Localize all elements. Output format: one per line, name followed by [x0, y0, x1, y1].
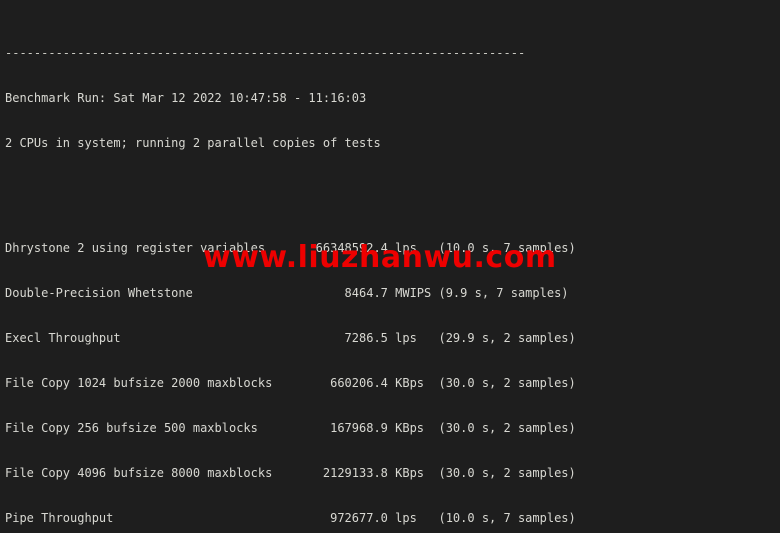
terminal-window: ----------------------------------------…	[0, 0, 780, 533]
terminal-output: ----------------------------------------…	[5, 1, 576, 533]
top-rule: ----------------------------------------…	[5, 46, 526, 60]
raw-result-row: File Copy 256 bufsize 500 maxblocks 1679…	[5, 421, 576, 435]
cpu-count-line: 2 CPUs in system; running 2 parallel cop…	[5, 136, 381, 150]
raw-result-row: Pipe Throughput 972677.0 lps (10.0 s, 7 …	[5, 511, 576, 525]
raw-result-row: Execl Throughput 7286.5 lps (29.9 s, 2 s…	[5, 331, 576, 345]
raw-result-row: File Copy 1024 bufsize 2000 maxblocks 66…	[5, 376, 576, 390]
raw-result-row: File Copy 4096 bufsize 8000 maxblocks 21…	[5, 466, 576, 480]
raw-result-row: Double-Precision Whetstone 8464.7 MWIPS …	[5, 286, 569, 300]
benchmark-run-header: Benchmark Run: Sat Mar 12 2022 10:47:58 …	[5, 91, 367, 105]
raw-result-row: Dhrystone 2 using register variables 663…	[5, 241, 576, 255]
